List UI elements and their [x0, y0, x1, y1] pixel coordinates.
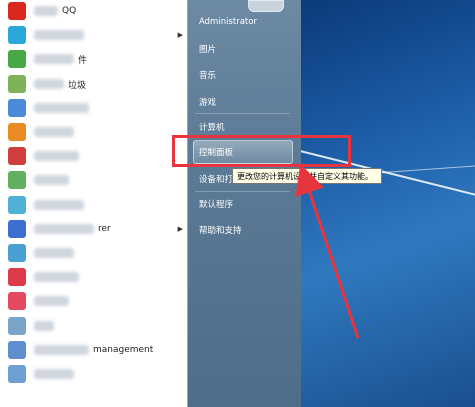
annotation-arrow: [295, 163, 360, 339]
arrow-line: [295, 163, 360, 339]
